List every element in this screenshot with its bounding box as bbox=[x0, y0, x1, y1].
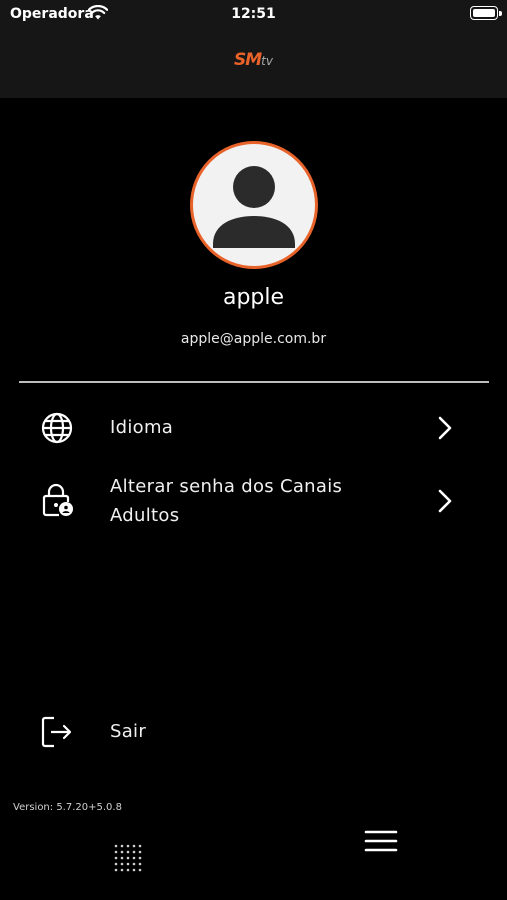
logo-main: SM bbox=[234, 50, 262, 70]
divider bbox=[19, 381, 489, 383]
logout-icon bbox=[40, 715, 74, 753]
menu-item-adult-password[interactable]: Alterar senha dos Canais Adultos bbox=[0, 470, 507, 534]
menu-item-label-line2: Adultos bbox=[110, 505, 180, 526]
profile-email: apple@apple.com.br bbox=[180, 331, 327, 347]
version-label: Version: 5.7.20+5.0.8 bbox=[13, 802, 122, 813]
user-silhouette-icon bbox=[213, 166, 295, 248]
menu-item-label: Idioma bbox=[110, 417, 174, 438]
lock-icon bbox=[40, 482, 76, 522]
app-header: SMtv bbox=[0, 28, 507, 98]
clock: 12:51 bbox=[231, 6, 276, 22]
globe-icon bbox=[40, 411, 74, 449]
battery-icon bbox=[470, 6, 502, 20]
menu-item-language[interactable]: Idioma bbox=[0, 405, 507, 451]
profile-name: apple bbox=[222, 285, 285, 310]
hamburger-menu-icon[interactable] bbox=[364, 828, 398, 858]
logout-label: Sair bbox=[110, 721, 147, 742]
menu-item-label-line1: Alterar senha dos Canais bbox=[110, 476, 343, 497]
chevron-right-icon bbox=[436, 488, 454, 518]
logout-button[interactable]: Sair bbox=[0, 710, 507, 756]
app-logo: SMtv bbox=[0, 50, 507, 70]
logo-suffix: tv bbox=[261, 54, 273, 68]
status-bar: Operadora 12:51 bbox=[0, 0, 507, 28]
chevron-right-icon bbox=[436, 415, 454, 445]
dot-grid-icon[interactable] bbox=[112, 842, 144, 878]
avatar bbox=[190, 141, 318, 269]
